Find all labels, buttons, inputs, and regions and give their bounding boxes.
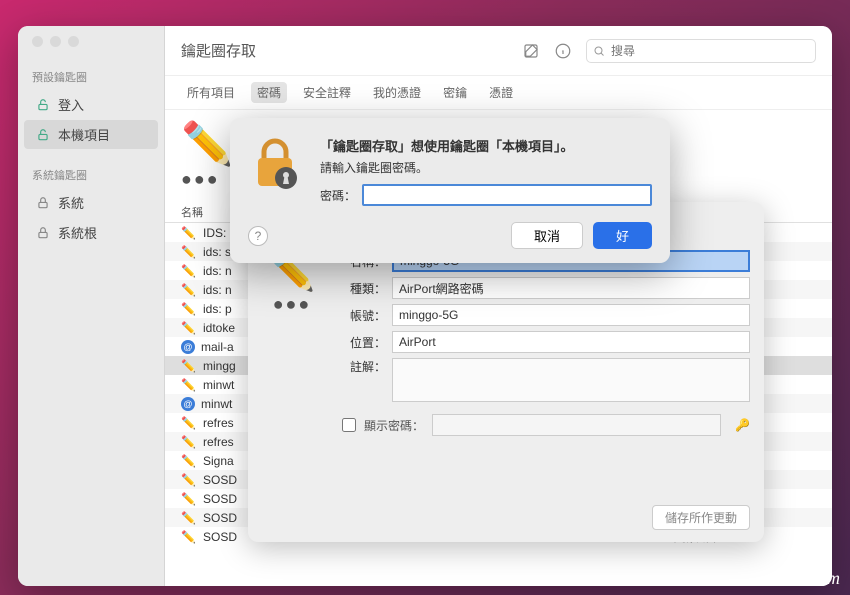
field-where[interactable] — [392, 331, 750, 353]
window-title: 鑰匙圈存取 — [181, 40, 256, 61]
pencil-icon: ✏️ — [181, 473, 197, 487]
pencil-icon: ✏️ — [181, 283, 197, 297]
tab-certs[interactable]: 憑證 — [483, 82, 519, 103]
sidebar-item-system[interactable]: 系統 — [24, 188, 158, 217]
pencil-icon: ✏️ — [181, 435, 197, 449]
label-show-password: 顯示密碼： — [364, 417, 424, 434]
search-icon — [593, 45, 605, 57]
pencil-icon: ✏️ — [181, 416, 197, 430]
sidebar: 預設鑰匙圈 登入 本機項目 系統鑰匙圈 系統 系統根 — [18, 26, 165, 586]
pencil-icon: ✏️ — [181, 359, 197, 373]
dialog-subtitle: 請輸入鑰匙圈密碼。 — [320, 159, 652, 176]
key-icon: 🔑 — [735, 418, 750, 432]
cancel-button[interactable]: 取消 — [511, 222, 583, 249]
field-kind[interactable] — [392, 277, 750, 299]
sidebar-item-system-root[interactable]: 系統根 — [24, 218, 158, 247]
info-icon[interactable] — [554, 42, 572, 60]
sidebar-item-local[interactable]: 本機項目 — [24, 120, 158, 149]
pencil-icon: ✏️ — [181, 321, 197, 335]
toolbar: 鑰匙圈存取 — [165, 26, 832, 76]
tab-keys[interactable]: 密鑰 — [437, 82, 473, 103]
sidebar-label: 系統 — [58, 193, 84, 212]
ok-button[interactable]: 好 — [593, 222, 652, 249]
pencil-icon: ✏️ — [181, 245, 197, 259]
field-password[interactable] — [432, 414, 721, 436]
sidebar-item-login[interactable]: 登入 — [24, 90, 158, 119]
field-comment[interactable] — [392, 358, 750, 402]
pencil-icon: ✏️ — [181, 302, 197, 316]
min-dot[interactable] — [50, 36, 61, 47]
lock-badge-icon — [248, 136, 302, 190]
label-account: 帳號： — [342, 307, 392, 324]
dialog-title: 「鑰匙圈存取」想使用鑰匙圈「本機項目」。 — [320, 136, 652, 155]
pencil-icon: ✏️ — [181, 226, 197, 240]
pencil-icon: ✏️ — [181, 530, 197, 544]
field-account[interactable] — [392, 304, 750, 326]
at-icon: @ — [181, 397, 195, 411]
pencil-icon: ✏️ — [181, 264, 197, 278]
close-dot[interactable] — [32, 36, 43, 47]
save-changes-button[interactable]: 儲存所作更動 — [652, 505, 750, 530]
compose-icon[interactable] — [522, 42, 540, 60]
pencil-icon: ✏️ — [181, 511, 197, 525]
password-label: 密碼： — [320, 187, 356, 204]
search-input[interactable] — [611, 44, 809, 58]
pencil-icon: ✏️ — [181, 378, 197, 392]
tab-notes[interactable]: 安全註釋 — [297, 82, 357, 103]
sidebar-heading-default: 預設鑰匙圈 — [18, 65, 164, 89]
unlock-icon — [36, 128, 50, 142]
lock-icon — [36, 196, 50, 210]
label-where: 位置： — [342, 334, 392, 351]
sidebar-label: 本機項目 — [58, 125, 110, 144]
lock-icon — [36, 226, 50, 240]
tab-all[interactable]: 所有項目 — [181, 82, 241, 103]
pencil-icon: ✏️ — [181, 454, 197, 468]
panel-form: 名稱： 種類： 帳號： 位置： 註解： 顯示密碼： 🔑 — [342, 250, 750, 436]
auth-dialog: 「鑰匙圈存取」想使用鑰匙圈「本機項目」。 請輸入鑰匙圈密碼。 密碼： ? 取消 … — [230, 118, 670, 263]
label-kind: 種類： — [342, 280, 392, 297]
pencil-icon: ✏️ — [181, 492, 197, 506]
show-password-checkbox[interactable] — [342, 418, 356, 432]
category-tabs: 所有項目 密碼 安全註釋 我的憑證 密鑰 憑證 — [165, 76, 832, 110]
help-button[interactable]: ? — [248, 226, 268, 246]
max-dot[interactable] — [68, 36, 79, 47]
tab-passwords[interactable]: 密碼 — [251, 82, 287, 103]
item-icon: ✏️ ●●● — [181, 120, 233, 190]
sidebar-label: 登入 — [58, 95, 84, 114]
at-icon: @ — [181, 340, 195, 354]
search-box[interactable] — [586, 39, 816, 63]
unlock-icon — [36, 98, 50, 112]
watermark: minwt.com — [762, 568, 841, 589]
label-comment: 註解： — [342, 358, 392, 375]
panel-item-icon: ✏️ ●●● — [262, 250, 322, 436]
sidebar-heading-system: 系統鑰匙圈 — [18, 163, 164, 187]
traffic-lights — [18, 36, 164, 65]
tab-my-certs[interactable]: 我的憑證 — [367, 82, 427, 103]
dots-icon: ●●● — [181, 169, 233, 190]
sidebar-label: 系統根 — [58, 223, 97, 242]
password-input[interactable] — [362, 184, 652, 206]
